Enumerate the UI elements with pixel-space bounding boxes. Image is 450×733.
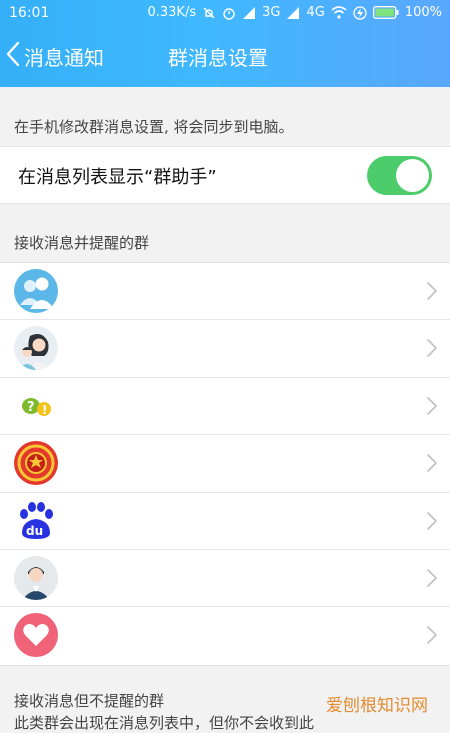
nav-bar: 消息通知 群消息设置 [0, 26, 450, 87]
page-title: 群消息设置 [168, 46, 268, 70]
back-label: 消息通知 [24, 45, 104, 70]
chevron-right-icon [426, 338, 438, 362]
group-list: ? ! du [0, 262, 450, 666]
network-speed: 0.33K/s [147, 5, 197, 20]
group-item[interactable] [0, 607, 450, 664]
battery-percent: 100% [404, 5, 442, 20]
chevron-right-icon [426, 568, 438, 592]
svg-text:du: du [26, 524, 43, 538]
wifi-icon [331, 6, 347, 19]
toggle-knob [396, 159, 429, 192]
group-assistant-label: 在消息列表显示“群助手” [18, 167, 217, 188]
svg-text:!: ! [42, 403, 47, 417]
svg-text:?: ? [27, 400, 35, 415]
chevron-right-icon [426, 281, 438, 305]
group-people-icon [14, 269, 58, 313]
network-type-1: 3G [262, 5, 281, 20]
group-item[interactable] [0, 435, 450, 493]
emblem-icon [14, 441, 58, 486]
status-bar: 16:01 0.33K/s 3G 4G 100% [0, 0, 450, 26]
heart-icon [14, 613, 58, 658]
section-header-silent: 接收消息但不提醒的群 [14, 692, 165, 710]
section-header-notify: 接收消息并提醒的群 [14, 234, 150, 252]
signal-icon-2 [286, 6, 300, 20]
chevron-right-icon [426, 511, 438, 535]
group-item[interactable]: du [0, 493, 450, 550]
woman-man-icon [14, 326, 58, 371]
signal-icon-1 [242, 6, 256, 20]
status-time: 16:01 [9, 5, 50, 21]
chevron-right-icon [426, 396, 438, 420]
app-header: 16:01 0.33K/s 3G 4G 100% 消息通知 群消息设置 [0, 0, 450, 87]
baidu-paw-icon: du [14, 498, 58, 543]
mute-icon [202, 6, 216, 20]
chevron-right-icon [426, 625, 438, 649]
back-button[interactable]: 消息通知 [6, 39, 104, 73]
group-item[interactable] [0, 263, 450, 321]
group-item[interactable] [0, 550, 450, 608]
watermark-text: 爱刨根知识网 [326, 696, 428, 716]
sync-hint-text: 在手机修改群消息设置, 将会同步到电脑。 [14, 118, 294, 136]
battery-icon [372, 6, 399, 19]
section-subtext-silent: 此类群会出现在消息列表中，但你不会收到此 [14, 714, 315, 732]
group-item[interactable]: ? ! [0, 378, 450, 436]
question-bubbles-icon: ? ! [14, 383, 58, 428]
alarm-icon [222, 6, 236, 20]
network-type-2: 4G [306, 5, 325, 20]
man-suit-icon [14, 555, 58, 600]
status-indicators: 0.33K/s 3G 4G 100% [147, 5, 442, 20]
group-item[interactable] [0, 320, 450, 378]
charging-icon [353, 5, 367, 20]
group-assistant-row: 在消息列表显示“群助手” [0, 146, 450, 204]
chevron-left-icon [6, 41, 20, 71]
chevron-right-icon [426, 453, 438, 477]
group-assistant-toggle[interactable] [367, 156, 432, 195]
